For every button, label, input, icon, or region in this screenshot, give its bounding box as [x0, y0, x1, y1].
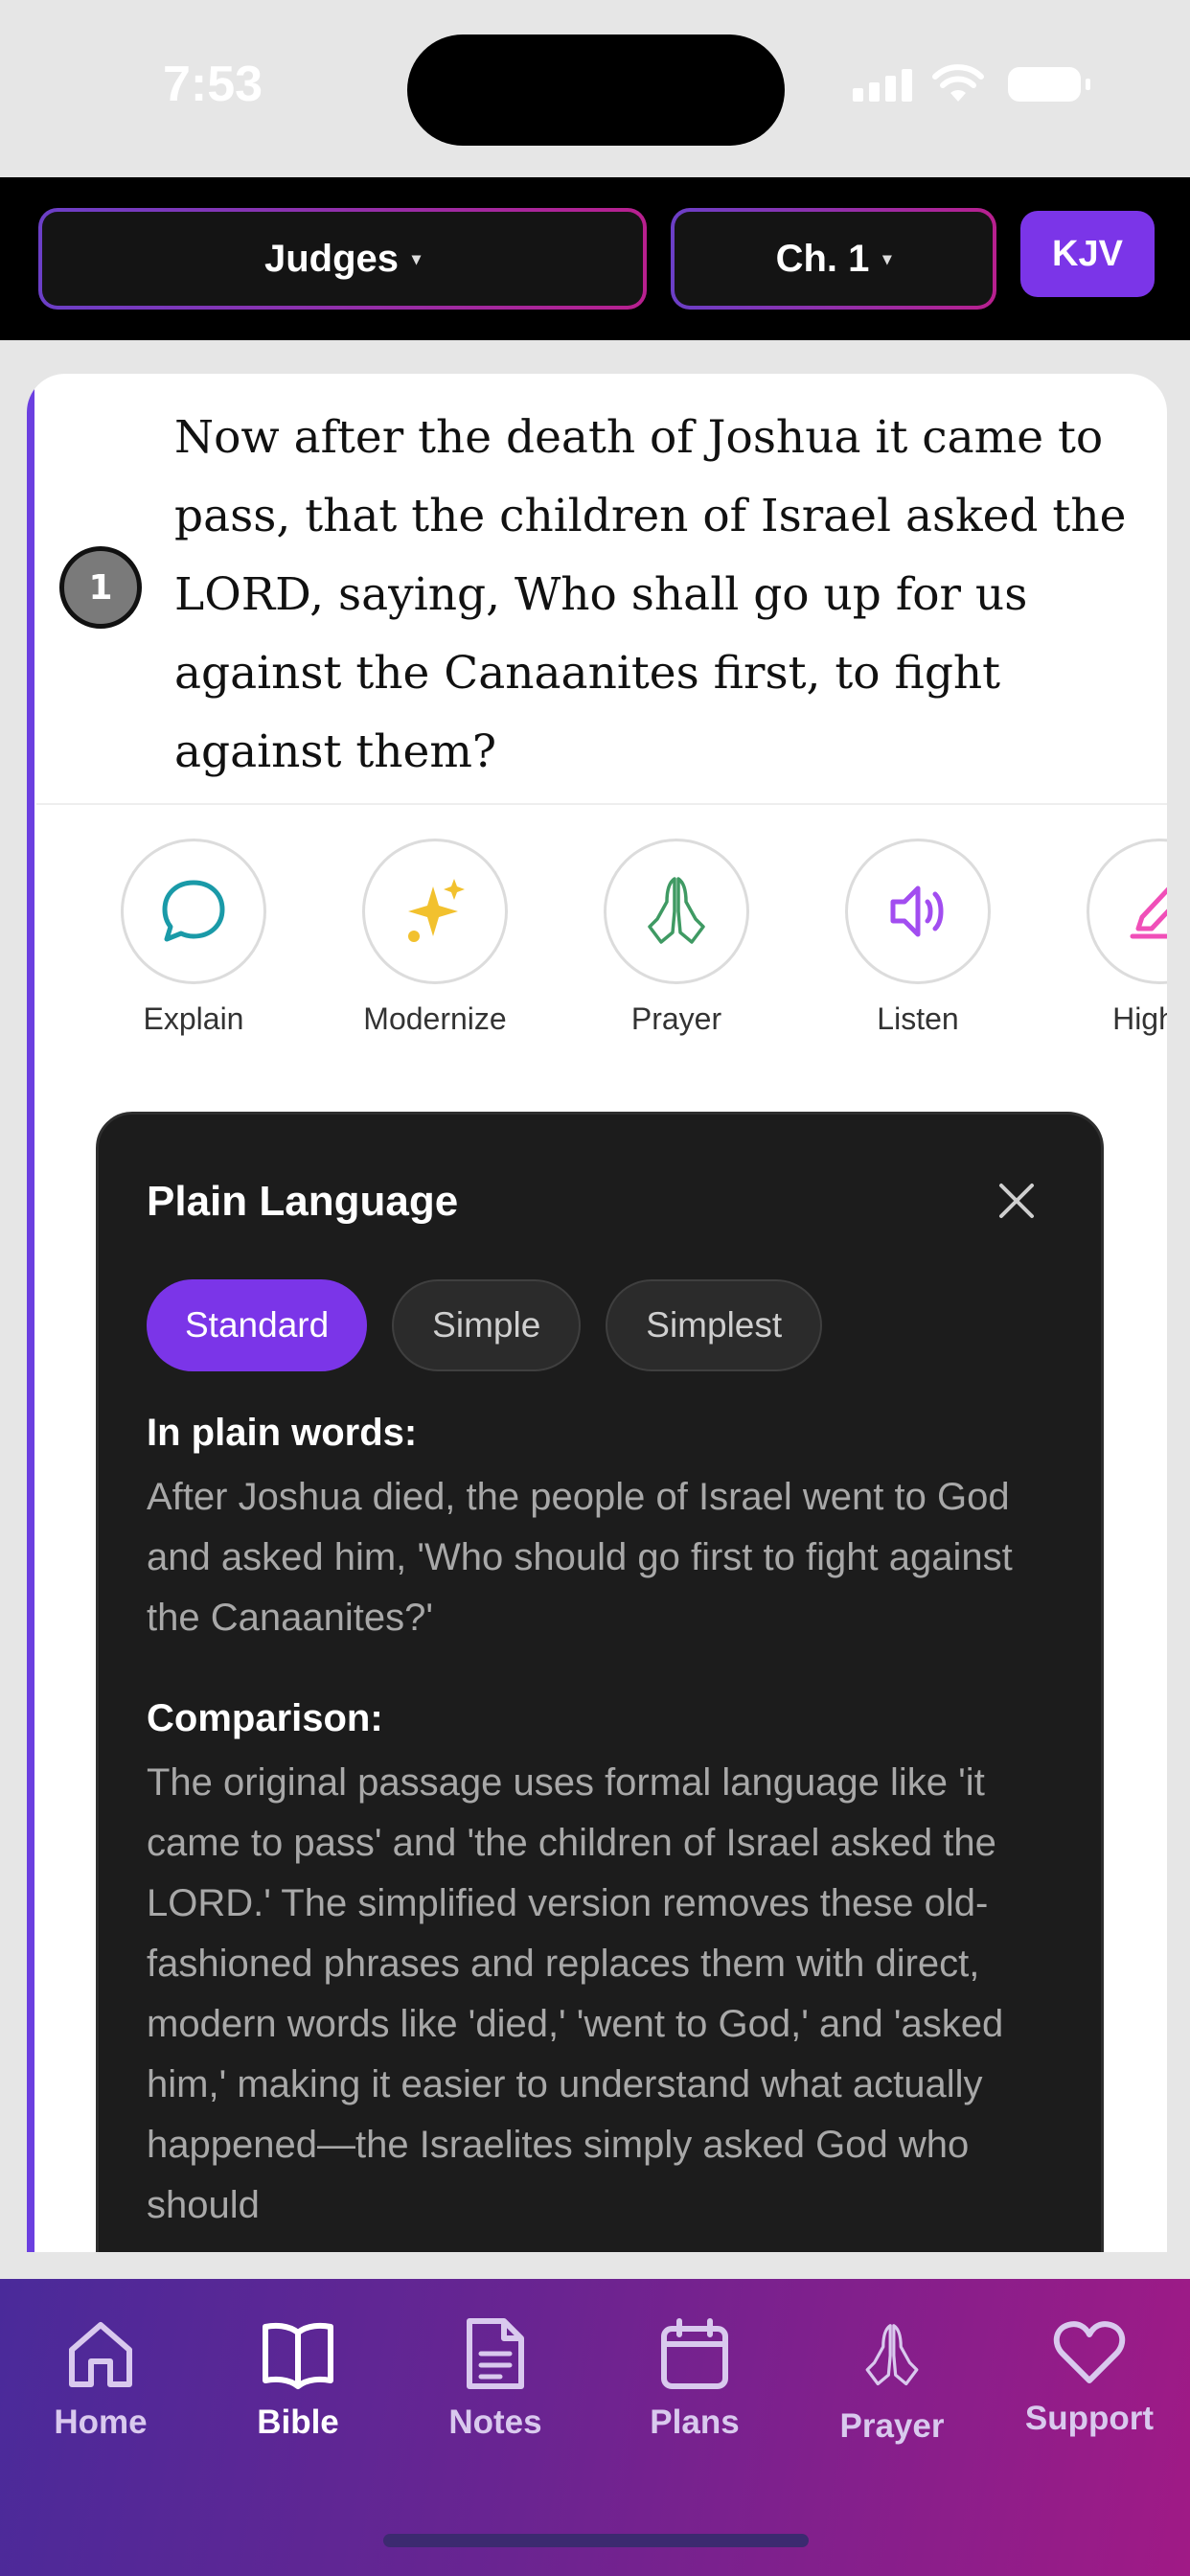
comparison-heading: Comparison:: [147, 1697, 383, 1739]
verse-card: 1 Now after the death of Joshua it came …: [27, 374, 1167, 2252]
cellular-signal-icon: [853, 69, 912, 102]
action-label: Modernize: [363, 1001, 507, 1036]
divider: [36, 803, 1167, 805]
speaker-icon: [890, 886, 944, 937]
chapter-name: Ch. 1: [775, 237, 870, 280]
tab-support[interactable]: Support: [1008, 2317, 1171, 2438]
tab-label: Notes: [448, 2404, 542, 2441]
sparkle-icon: [408, 879, 465, 942]
caret-down-icon: ▾: [412, 248, 422, 268]
home-icon: [69, 2322, 132, 2387]
plain-language-panel: Plain Language Standard Simple Simplest …: [96, 1112, 1104, 2252]
praying-hands-icon: [865, 2324, 919, 2386]
version-button[interactable]: KJV: [1020, 211, 1155, 297]
dynamic-island: [407, 34, 785, 146]
tab-label: Prayer: [839, 2407, 945, 2445]
plain-words-text: After Joshua died, the people of Israel …: [147, 1476, 1013, 1639]
mode-simple-button[interactable]: Simple: [392, 1279, 582, 1371]
listen-action[interactable]: Listen: [822, 839, 1014, 1037]
heart-icon: [1053, 2321, 1126, 2383]
modernize-action[interactable]: Modernize: [339, 839, 531, 1037]
action-label: Highlig: [1112, 1001, 1167, 1036]
praying-hands-icon: [648, 877, 705, 944]
reader-header: Judges ▾ Ch. 1 ▾ KJV: [0, 177, 1190, 340]
verse-number-badge[interactable]: 1: [59, 546, 142, 629]
tab-notes[interactable]: Notes: [414, 2317, 577, 2442]
tab-label: Plans: [650, 2404, 740, 2441]
book-icon: [263, 2322, 333, 2389]
home-indicator: [383, 2534, 809, 2547]
action-label: Prayer: [630, 1001, 722, 1036]
tab-label: Support: [1024, 2400, 1155, 2437]
verse-actions-row: Explain Modernize Prayer Listen High: [27, 839, 1167, 1049]
status-time: 7:53: [163, 57, 263, 112]
calendar-icon: [661, 2318, 728, 2389]
action-label: Explain: [143, 1001, 244, 1036]
wifi-icon: [932, 64, 984, 102]
highlight-action[interactable]: Highlig: [1064, 839, 1167, 1037]
plain-words-heading: In plain words:: [147, 1412, 418, 1454]
caret-down-icon: ▾: [882, 248, 892, 268]
mode-simplest-button[interactable]: Simplest: [606, 1279, 823, 1371]
book-name: Judges: [263, 237, 399, 280]
comparison-text: The original passage uses formal languag…: [147, 1761, 1004, 2226]
tab-label: Home: [54, 2404, 148, 2441]
chat-bubble-icon: [162, 880, 225, 942]
panel-title: Plain Language: [147, 1178, 459, 1225]
battery-icon: [1008, 67, 1090, 102]
verse-text[interactable]: Now after the death of Joshua it came to…: [174, 399, 1142, 792]
explain-action[interactable]: Explain: [98, 839, 289, 1037]
tab-bible[interactable]: Bible: [217, 2317, 379, 2442]
action-label: Listen: [877, 1001, 959, 1036]
document-icon: [467, 2318, 524, 2389]
bottom-tab-bar: Home Bible Notes Plans Prayer Support: [0, 2279, 1190, 2576]
close-icon[interactable]: [997, 1182, 1036, 1220]
tab-label: Bible: [257, 2404, 339, 2441]
chapter-selector[interactable]: Ch. 1 ▾: [671, 208, 996, 310]
book-selector[interactable]: Judges ▾: [38, 208, 647, 310]
mode-selector: Standard Simple Simplest: [147, 1279, 823, 1371]
mode-standard-button[interactable]: Standard: [147, 1279, 368, 1371]
tab-prayer[interactable]: Prayer: [811, 2317, 973, 2446]
tab-plans[interactable]: Plans: [613, 2317, 776, 2442]
tab-home[interactable]: Home: [19, 2317, 182, 2442]
verse-card-accent: [27, 374, 34, 2252]
status-bar: 7:53: [0, 0, 1190, 177]
highlighter-icon: [1130, 886, 1167, 939]
prayer-action[interactable]: Prayer: [581, 839, 772, 1037]
